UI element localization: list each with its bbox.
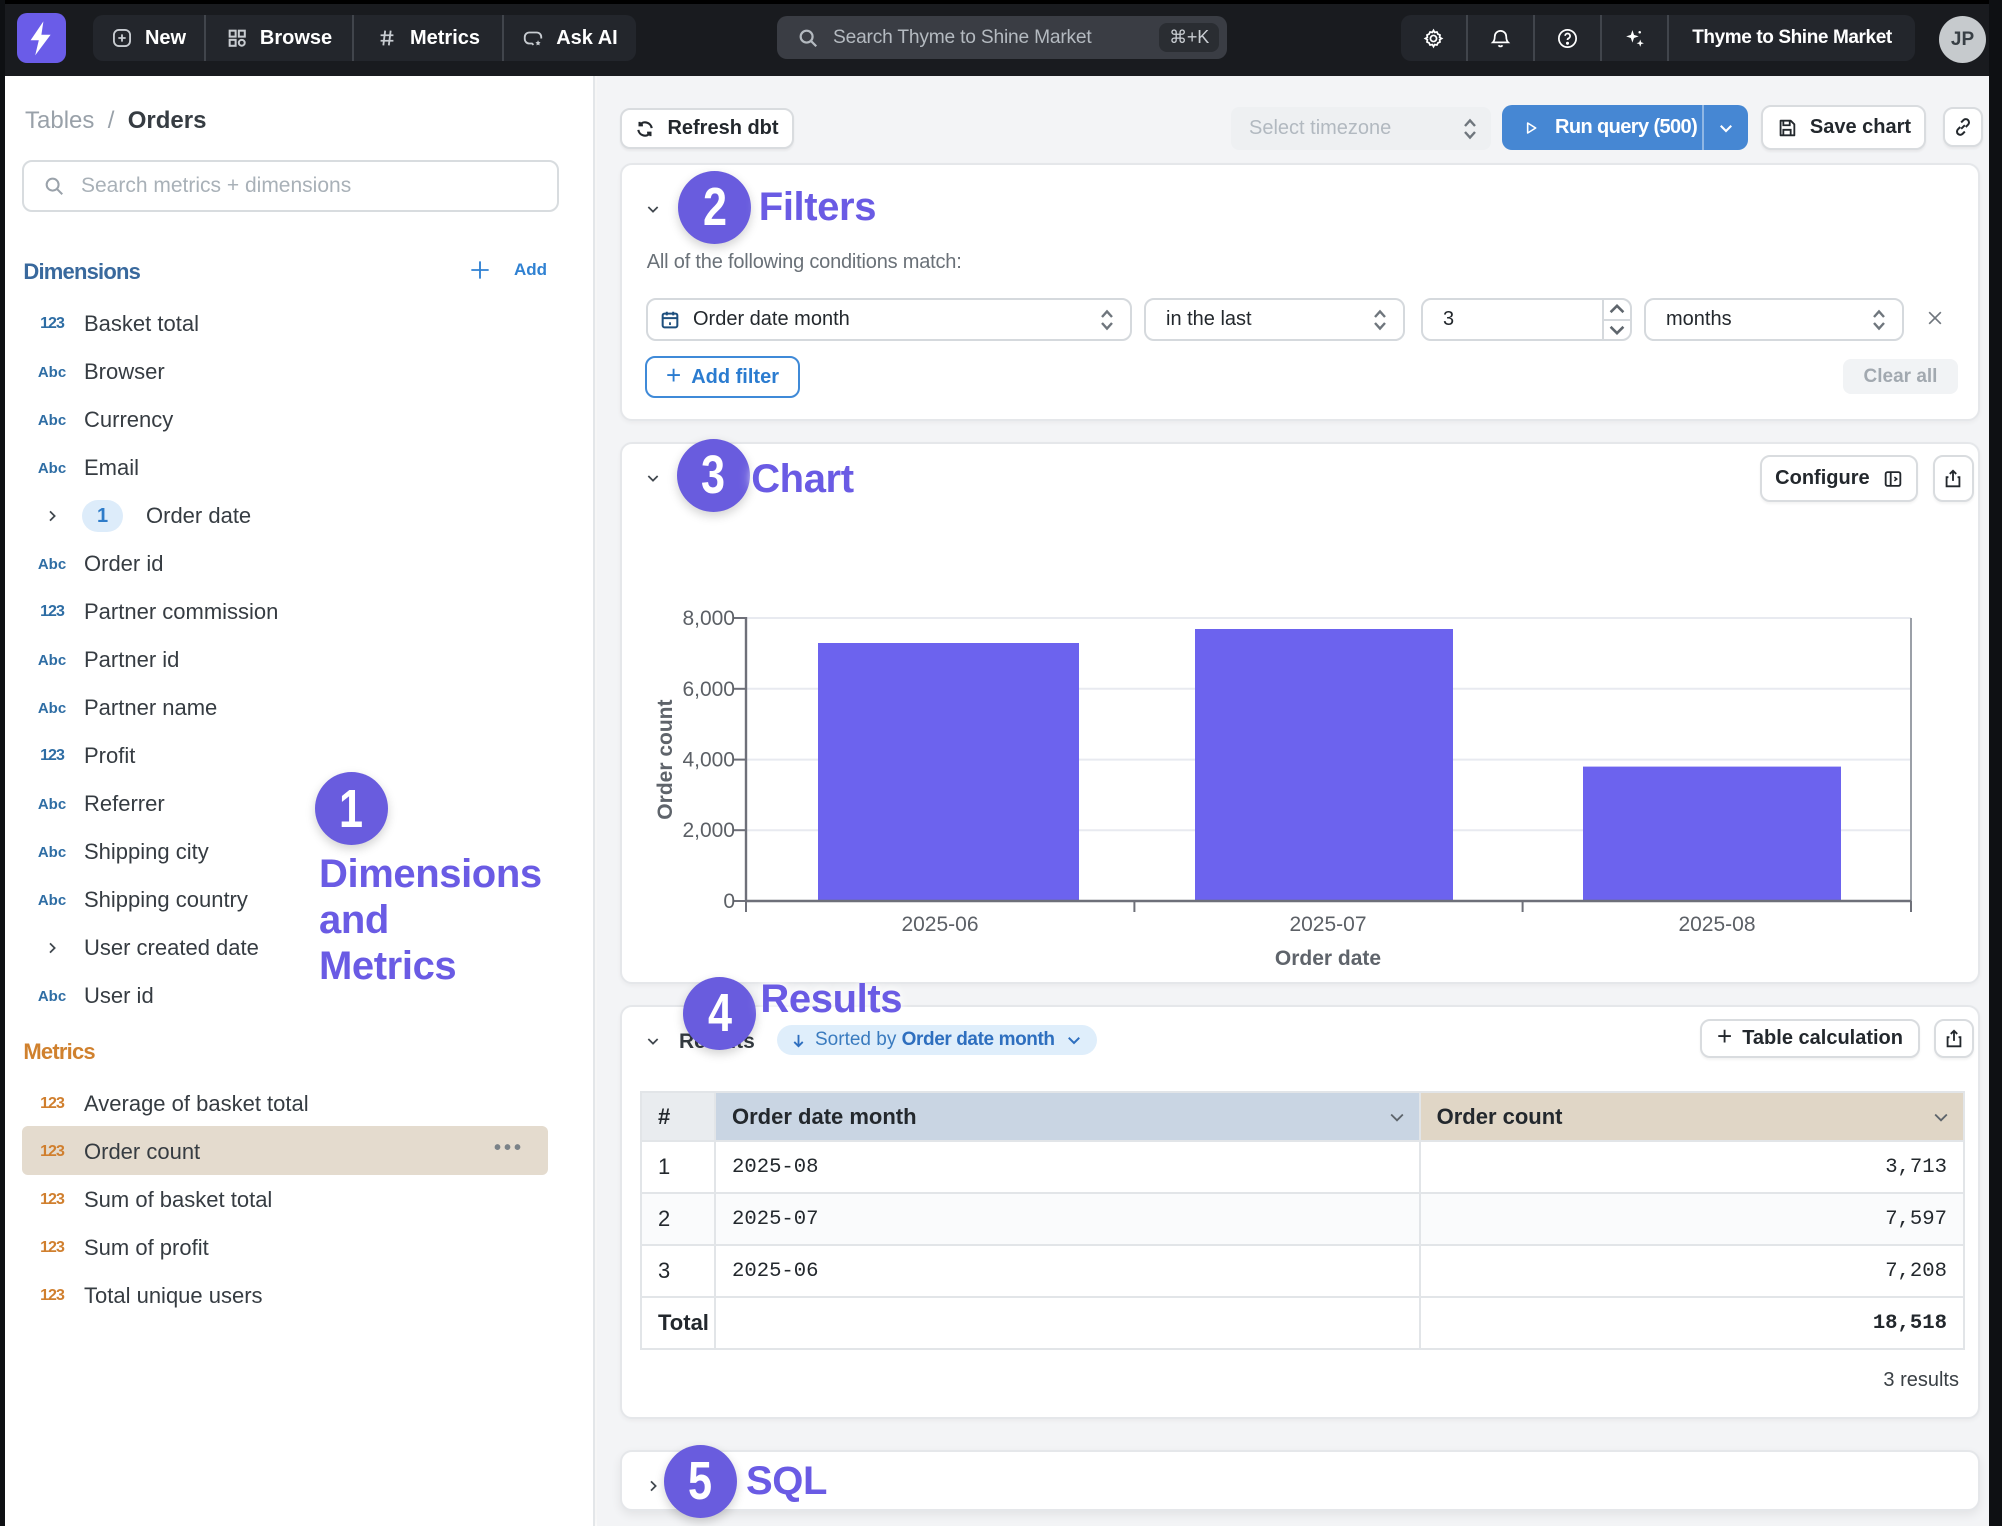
svg-text:8,000: 8,000 xyxy=(682,607,735,630)
svg-text:6,000: 6,000 xyxy=(682,678,735,701)
svg-text:2025-06: 2025-06 xyxy=(901,913,978,936)
svg-text:4,000: 4,000 xyxy=(682,749,735,772)
svg-text:2025-08: 2025-08 xyxy=(1678,913,1755,936)
svg-text:2,000: 2,000 xyxy=(682,819,735,842)
svg-text:2025-07: 2025-07 xyxy=(1289,913,1366,936)
svg-text:Order date: Order date xyxy=(1275,947,1381,970)
svg-text:0: 0 xyxy=(723,890,735,913)
svg-text:Order count: Order count xyxy=(654,700,677,820)
